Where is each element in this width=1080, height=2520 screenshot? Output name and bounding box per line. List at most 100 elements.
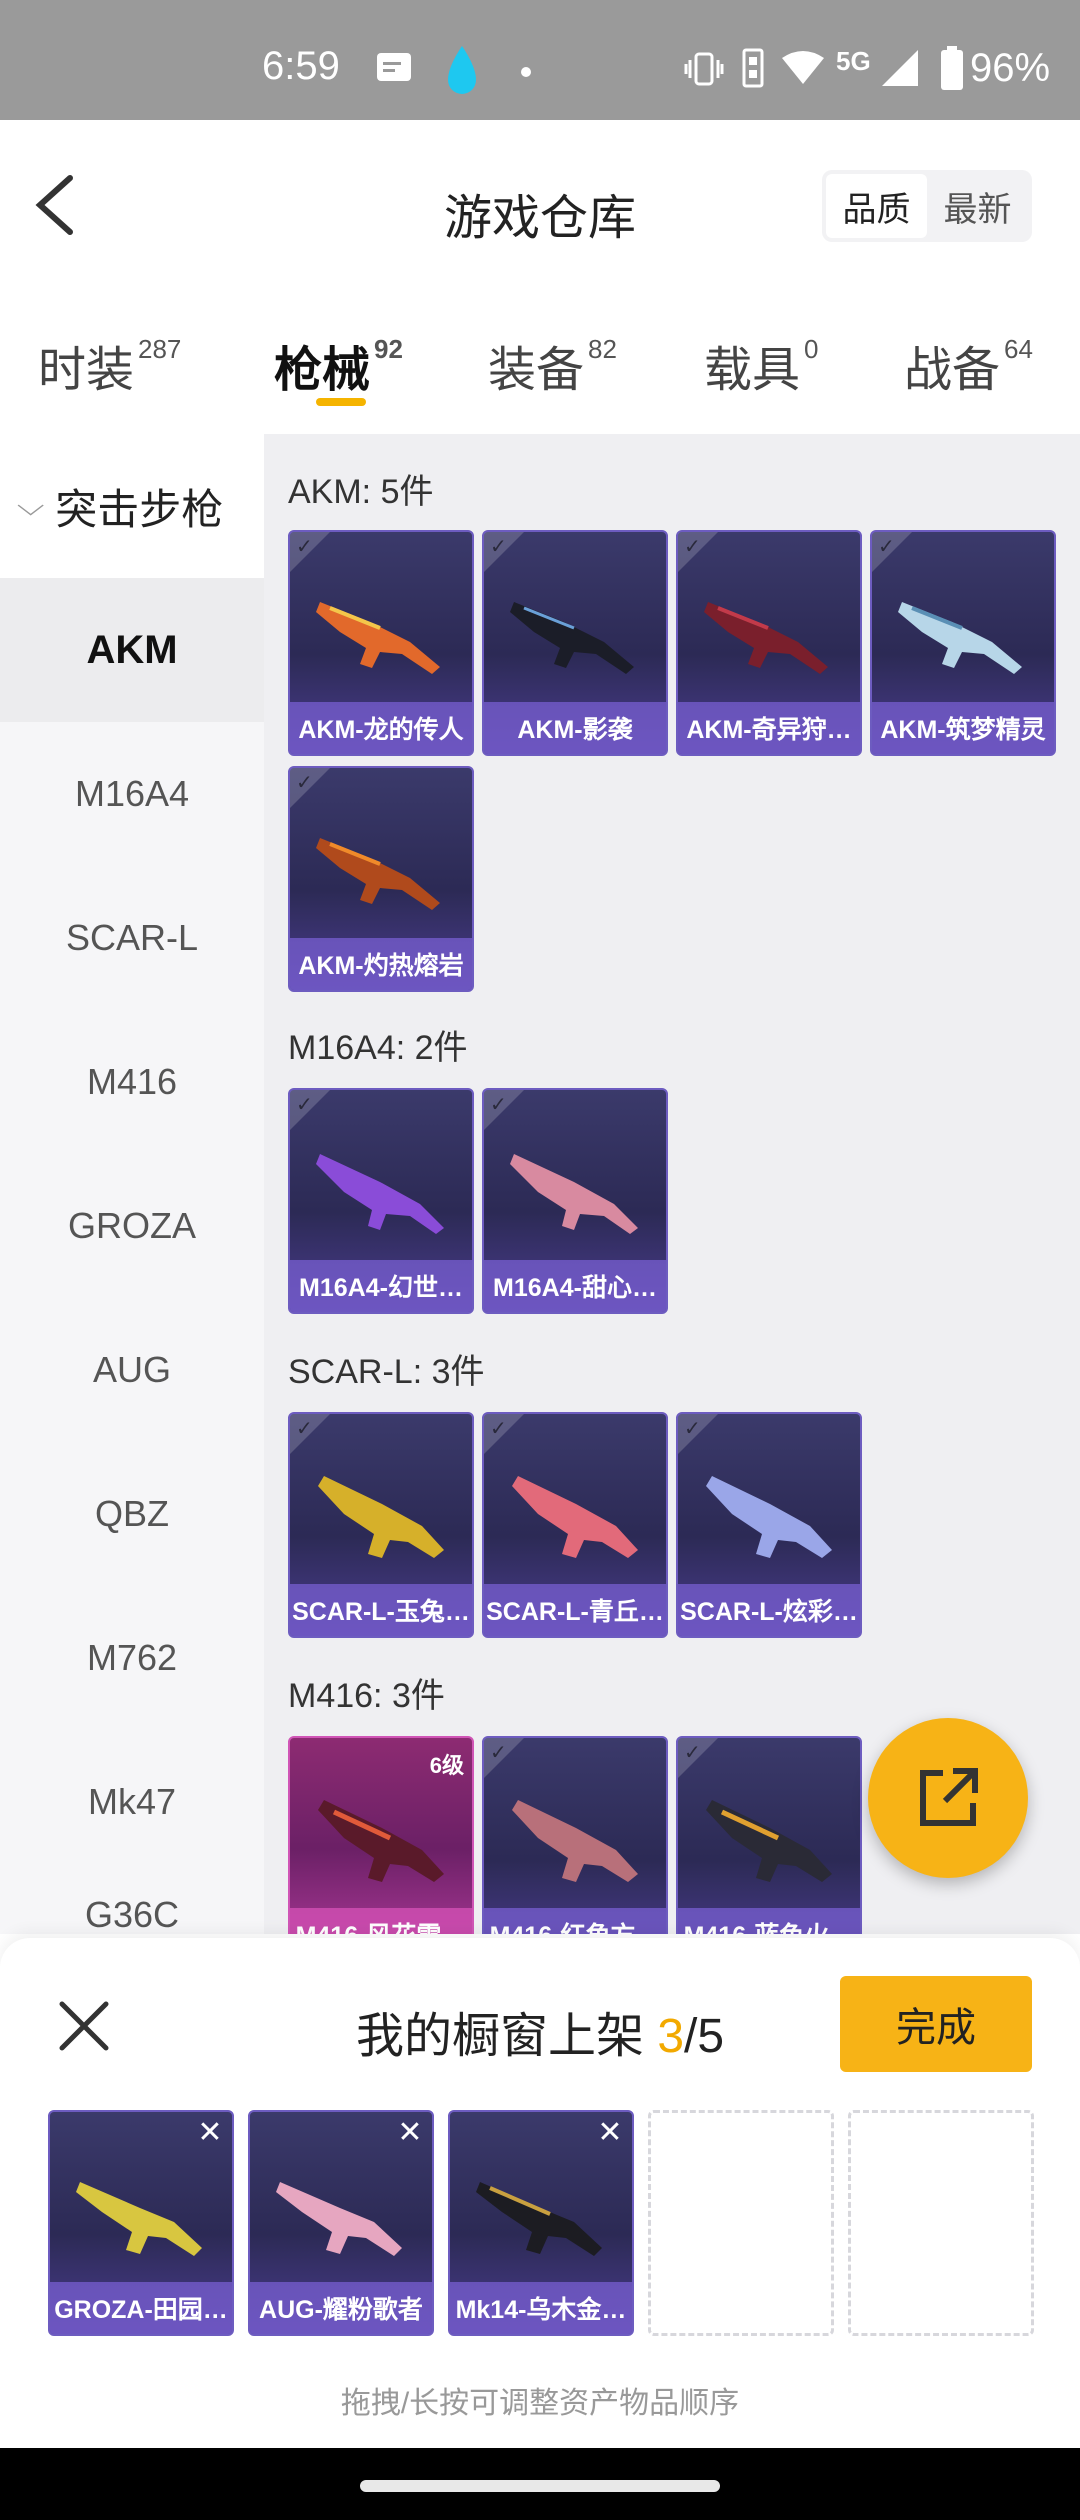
skin-card[interactable]: 6级 M416-风花雪… [288,1736,474,1934]
sidebar-item-m16a4[interactable]: M16A4 [0,722,264,866]
rifle-icon [76,2182,202,2256]
rifle-icon [512,1476,638,1558]
sidebar-item-qbz[interactable]: QBZ [0,1442,264,1586]
skin-card[interactable]: ✓ AKM-龙的传人 [288,530,474,756]
wifi-icon [782,51,824,84]
sidebar-item-groza[interactable]: GROZA [0,1154,264,1298]
droplet-icon [448,46,476,94]
sort-newest-option[interactable]: 最新 [927,174,1028,238]
level-badge: 6级 [429,1753,464,1778]
skin-card[interactable]: ✓ M416-蓝色火… [676,1736,862,1934]
tab-label: 枪械 [274,344,371,397]
tab-count: 0 [804,334,819,364]
rifle-icon [510,1154,638,1234]
skin-card[interactable]: ✓ M416-红角方… [482,1736,668,1934]
check-icon: ✓ [684,536,701,558]
check-icon: ✓ [878,536,895,558]
skin-card[interactable]: ✓ AKM-影袭 [482,530,668,756]
sidebar-item-aug[interactable]: AUG [0,1298,264,1442]
category-tabs: 时装 287 枪械 92 装备 82 载具 0 战备 64 [0,290,1080,434]
chevron-down-icon: ⌵ [16,489,45,521]
skin-card[interactable]: ✓ AKM-灼热熔岩 [288,766,474,992]
sort-quality-option[interactable]: 品质 [826,174,927,238]
rifle-icon [510,602,634,674]
skin-name: GROZA-田园… [50,2282,232,2334]
check-icon: ✓ [490,1418,507,1440]
skin-name: SCAR-L-玉兔… [290,1584,472,1636]
tab-vehicles[interactable]: 载具 0 [704,330,818,400]
skin-card[interactable]: ✓ SCAR-L-青丘… [482,1412,668,1638]
rifle-icon [318,1476,444,1558]
remove-icon[interactable]: ✕ [594,2118,626,2150]
tab-supplies[interactable]: 战备 64 [904,330,1033,400]
rifle-icon [476,2182,602,2256]
sidebar-item-m762[interactable]: M762 [0,1586,264,1730]
done-button[interactable]: 完成 [840,1976,1032,2072]
home-handle[interactable] [360,2480,720,2492]
tab-fashion[interactable]: 时装 287 [38,330,181,400]
status-bar: 6:59 5G 96% [0,0,1080,120]
tab-label: 装备 [488,344,585,397]
tab-equipment[interactable]: 装备 82 [488,330,617,400]
skin-card[interactable]: ✓ AKM-奇异狩… [676,530,862,756]
sidebar-item-g36c[interactable]: G36C [0,1874,264,1934]
active-tab-indicator [316,398,366,406]
tab-label: 战备 [904,344,1001,397]
skin-name: AKM-龙的传人 [290,702,472,754]
app-header: 游戏仓库 品质 最新 [0,120,1080,290]
skin-card[interactable]: ✓ AKM-筑梦精灵 [870,530,1056,756]
showcase-slot[interactable]: ✕ Mk14-乌木金… [448,2110,634,2336]
rifle-icon [316,838,440,910]
skin-card[interactable]: ✓ M16A4-甜心… [482,1088,668,1314]
sidebar-item-scar-l[interactable]: SCAR-L [0,866,264,1010]
section-title-akm: AKM: 5件 [288,473,434,511]
message-icon [377,53,411,81]
section-title-m16a4: M16A4: 2件 [288,1029,468,1067]
vibrate-icon [684,52,724,86]
check-icon: ✓ [490,1094,507,1116]
tab-count: 82 [588,334,617,364]
sidebar-item-akm[interactable]: AKM [0,578,264,722]
showcase-slot[interactable]: ✕ AUG-耀粉歌者 [248,2110,434,2336]
skin-card[interactable]: ✓ SCAR-L-玉兔… [288,1412,474,1638]
showcase-empty-slot[interactable] [648,2110,834,2336]
showcase-empty-slot[interactable] [848,2110,1034,2336]
share-button[interactable] [868,1718,1028,1878]
check-icon: ✓ [684,1742,701,1764]
sidebar-item-m416[interactable]: M416 [0,1010,264,1154]
tab-count: 92 [374,334,403,364]
check-icon: ✓ [684,1418,701,1440]
skin-name: Mk14-乌木金… [450,2282,632,2334]
rifle-icon [276,2182,402,2256]
rifle-icon [706,1476,832,1558]
share-external-icon [920,1768,978,1826]
showcase-total-count: /5 [684,2010,725,2063]
skin-card[interactable]: ✓ SCAR-L-炫彩… [676,1412,862,1638]
battery-level: 96% [970,46,1051,90]
check-icon: ✓ [296,1418,313,1440]
skin-card[interactable]: ✓ M16A4-幻世… [288,1088,474,1314]
battery-icon [941,46,963,90]
skin-name: AKM-筑梦精灵 [872,702,1054,754]
remove-icon[interactable]: ✕ [194,2118,226,2150]
dot-icon [521,67,531,77]
tab-label: 时装 [38,344,135,397]
check-icon: ✓ [490,1742,507,1764]
rifle-icon [316,602,440,674]
system-nav-bar [0,2448,1080,2520]
skin-name: M16A4-甜心… [484,1260,666,1312]
reorder-hint: 拖拽/长按可调整资产物品顺序 [340,2387,740,2420]
tab-guns[interactable]: 枪械 92 [274,330,403,400]
sidebar-item-mk47[interactable]: Mk47 [0,1730,264,1874]
rifle-icon [316,1154,444,1234]
section-title-m416: M416: 3件 [288,1677,445,1715]
rifle-icon [706,1800,832,1882]
skin-name: SCAR-L-炫彩… [678,1584,860,1636]
skin-name: AUG-耀粉歌者 [250,2282,432,2334]
rifle-icon [318,1800,444,1882]
tab-count: 287 [138,334,182,364]
category-header[interactable]: ⌵ 突击步枪 [0,434,264,578]
remove-icon[interactable]: ✕ [394,2118,426,2150]
tab-count: 64 [1004,334,1033,364]
showcase-slot[interactable]: ✕ GROZA-田园… [48,2110,234,2336]
